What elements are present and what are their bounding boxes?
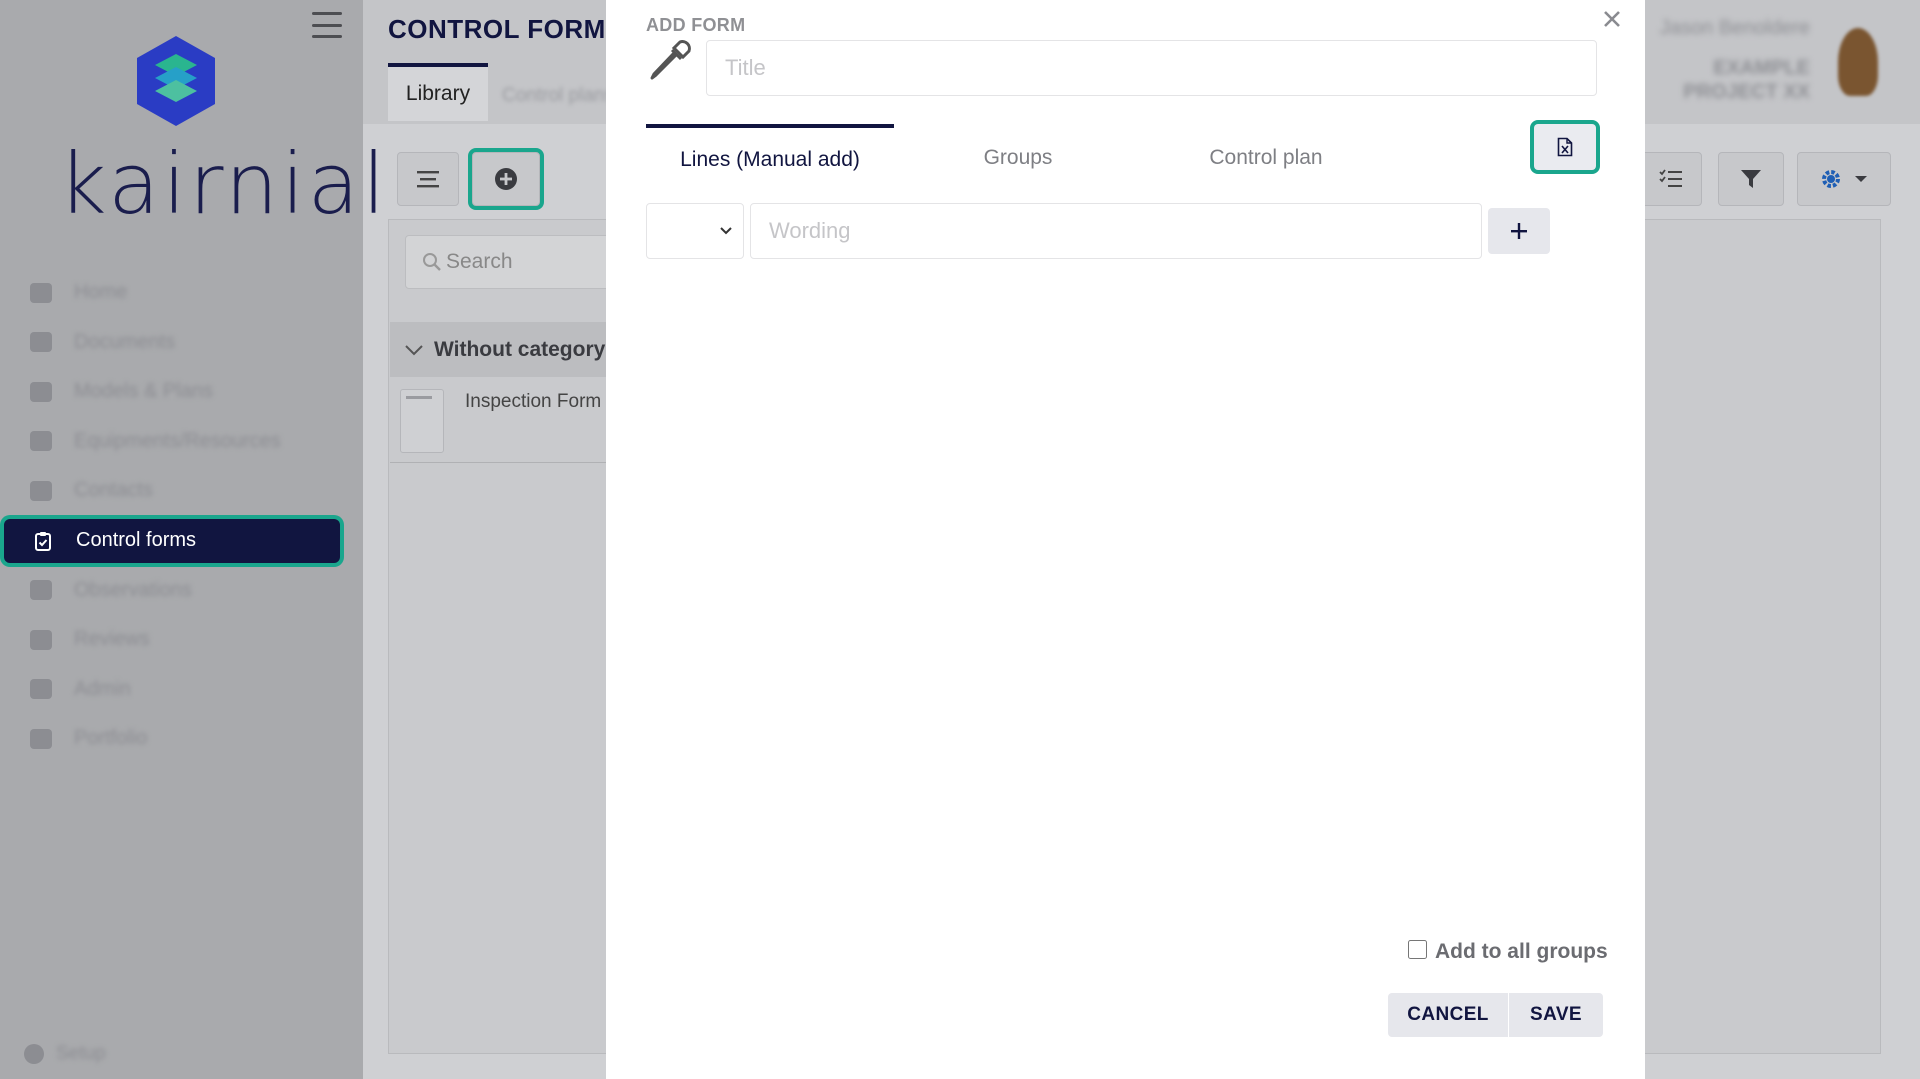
pipette-icon[interactable] [646,38,692,84]
monitor-icon [30,381,52,402]
sidebar-item-control-forms[interactable]: Control forms [4,518,340,563]
filter-icon [1741,170,1761,188]
observation-icon [30,580,52,601]
modal-title: ADD FORM [646,15,746,35]
sidebar-item-label: Contacts [74,479,153,502]
close-button[interactable] [1599,6,1625,32]
sidebar: kairnial Home Documents Models & Plans E… [0,0,385,1079]
sidebar-item-portfolio[interactable]: Portfolio [0,714,363,764]
caret-down-icon [1855,176,1867,182]
user-name: Jason Benoldere [1659,17,1810,39]
gear-icon [24,1044,44,1064]
close-icon [1604,11,1620,27]
sidebar-item-label: Documents [74,330,176,353]
add-form-button[interactable] [472,152,540,206]
plus-circle-icon [495,168,517,190]
sidebar-nav: Home Documents Models & Plans Equipments… [0,268,363,764]
sidebar-item-label: Models & Plans [74,380,213,403]
sidebar-item-label: Observations [74,578,192,601]
sidebar-item-label: Home [74,281,128,304]
tab-control-plans[interactable]: Control plans [502,85,614,107]
list-view-button[interactable] [397,152,459,206]
sidebar-item-observations[interactable]: Observations [0,566,363,616]
brand-name: kairnial [58,135,389,233]
sidebar-item-documents[interactable]: Documents [0,318,363,368]
chevron-down-icon [405,344,423,355]
settings-dropdown-button[interactable] [1797,152,1891,206]
category-row[interactable]: Without category [390,322,620,377]
sidebar-item-label: Portfolio [74,727,148,750]
sidebar-item-contacts[interactable]: Contacts [0,466,363,516]
home-icon [30,282,52,303]
category-label: Without category [434,337,606,361]
setup-label: Setup [56,1043,106,1064]
kairnial-logo-icon [137,36,215,126]
sidebar-item-label: Control forms [76,529,197,551]
sidebar-item-equipments[interactable]: Equipments/Resources [0,417,363,467]
form-name: Inspection Form [465,391,602,412]
list-item[interactable]: Inspection Form [390,377,620,463]
document-icon [30,332,52,353]
modal-tabs: Lines (Manual add) Groups Control plan [646,124,1446,192]
portfolio-icon [30,728,52,749]
review-icon [30,629,52,650]
wording-input[interactable] [750,203,1482,259]
search-input[interactable]: Search [405,235,615,289]
sidebar-item-reviews[interactable]: Reviews [0,615,363,665]
sidebar-item-admin[interactable]: Admin [0,665,363,715]
import-excel-button[interactable] [1534,124,1596,170]
tab-library[interactable]: Library [388,63,488,121]
tab-groups[interactable]: Groups [894,124,1142,192]
checklist-button[interactable] [1640,152,1702,206]
gear-icon [1822,170,1840,188]
contacts-icon [30,480,52,501]
filter-button[interactable] [1718,152,1784,206]
chevron-down-icon [720,227,732,235]
search-icon [423,253,441,271]
form-thumbnail [400,389,444,453]
add-to-all-groups-label: Add to all groups [1435,940,1608,963]
clipboard-check-icon [32,531,54,551]
plus-icon [1511,223,1527,239]
page-title: CONTROL FORMS [388,14,624,44]
user-info[interactable]: Jason Benoldere EXAMPLE PROJECT XX [1640,16,1810,104]
checklist-icon [1659,169,1682,187]
setup-link[interactable]: Setup [24,1043,106,1065]
admin-icon [30,679,52,700]
avatar[interactable] [1838,28,1878,96]
sidebar-item-models-plans[interactable]: Models & Plans [0,367,363,417]
save-button[interactable]: SAVE [1509,993,1603,1037]
list-icon [417,171,439,188]
excel-file-icon [1557,137,1573,157]
add-form-modal: ADD FORM Lines (Manual add) Groups Contr… [606,0,1645,1079]
add-to-all-groups[interactable]: Add to all groups [1408,939,1608,964]
tab-control-plan[interactable]: Control plan [1142,124,1390,192]
search-placeholder: Search [446,250,513,273]
sidebar-item-label: Equipments/Resources [74,429,281,452]
title-input[interactable] [706,40,1597,96]
cancel-button[interactable]: CANCEL [1388,993,1508,1037]
sidebar-item-label: Admin [74,677,131,700]
add-to-all-groups-checkbox[interactable] [1408,939,1427,959]
add-line-button[interactable] [1488,208,1550,254]
sidebar-item-home[interactable]: Home [0,268,363,318]
line-type-select[interactable] [646,203,744,259]
equipment-icon [30,431,52,452]
hamburger-menu-icon[interactable] [312,12,342,38]
sidebar-item-label: Reviews [74,628,150,651]
tab-lines-manual-add[interactable]: Lines (Manual add) [646,124,894,192]
project-name: EXAMPLE PROJECT XX [1683,57,1810,103]
